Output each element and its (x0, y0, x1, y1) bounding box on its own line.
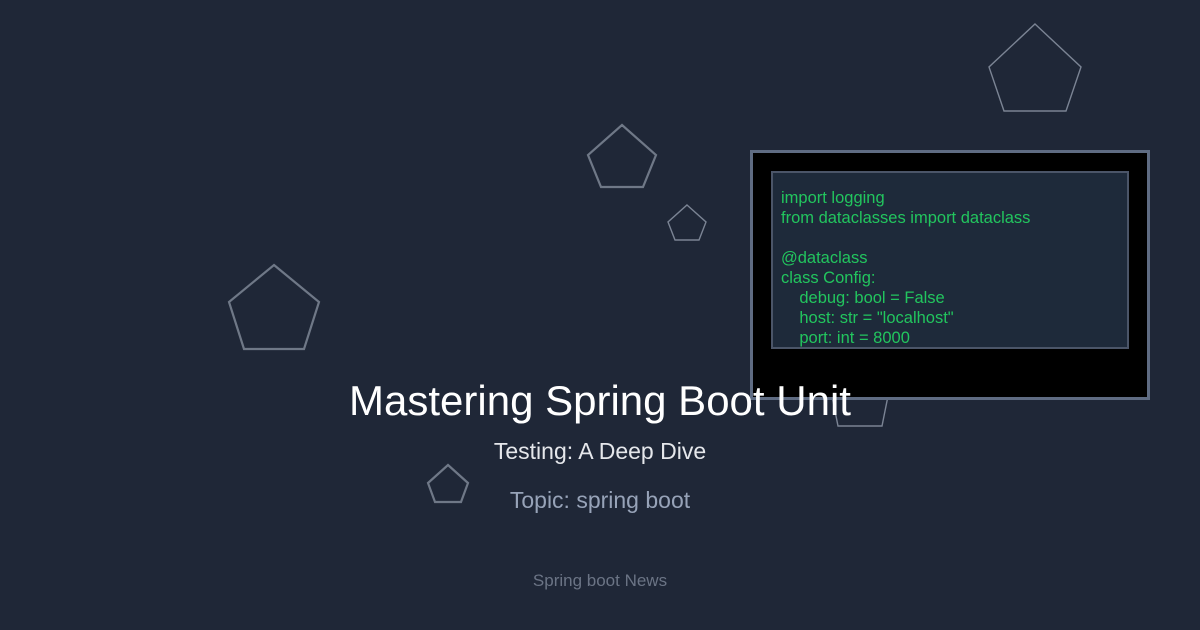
code-line: @dataclass (781, 249, 868, 267)
code-line: from dataclasses import dataclass (781, 209, 1031, 227)
page-title: Mastering Spring Boot Unit (349, 377, 851, 424)
code-window: import logging from dataclasses import d… (750, 150, 1150, 400)
topic-label: Topic: spring boot (509, 487, 691, 513)
pentagon-icon (988, 23, 1082, 112)
code-line: import logging (781, 189, 885, 207)
code-line: debug: bool = False (781, 289, 945, 307)
code-panel: import logging from dataclasses import d… (771, 171, 1129, 349)
page-subtitle: Testing: A Deep Dive (493, 438, 707, 464)
code-line: port: int = 8000 (781, 329, 910, 347)
code-line: class Config: (781, 269, 876, 287)
code-line: host: str = "localhost" (781, 309, 954, 327)
site-name: Spring boot News (532, 571, 668, 590)
pentagon-icon (586, 123, 658, 189)
pentagon-icon (667, 204, 707, 241)
pentagon-icon (227, 263, 321, 351)
